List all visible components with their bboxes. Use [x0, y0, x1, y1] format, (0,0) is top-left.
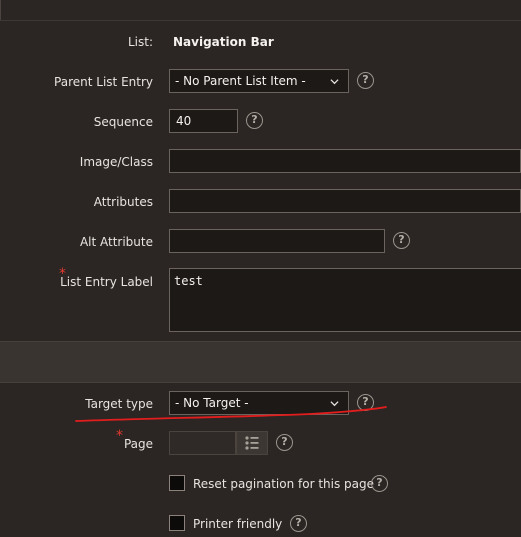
reset-pagination-label[interactable]: Reset pagination for this page: [193, 477, 374, 491]
image-class-label: Image/Class: [79, 155, 153, 169]
help-icon[interactable]: ?: [276, 434, 293, 451]
parent-list-entry-value: - No Parent List Item -: [175, 74, 306, 88]
sequence-label: Sequence: [93, 115, 153, 129]
list-icon: [245, 436, 259, 450]
parent-list-entry-label: Parent List Entry: [54, 75, 153, 89]
attributes-input[interactable]: [169, 189, 521, 213]
list-entry-label-label: List Entry Label: [60, 275, 153, 289]
sequence-input[interactable]: [169, 109, 238, 133]
printer-friendly-label[interactable]: Printer friendly: [193, 517, 282, 531]
parent-list-entry-select[interactable]: - No Parent List Item -: [169, 69, 349, 93]
alt-attribute-input[interactable]: [169, 229, 385, 253]
help-icon[interactable]: ?: [371, 475, 388, 492]
section-divider-band: [0, 341, 521, 383]
required-marker: *: [116, 428, 123, 444]
help-icon[interactable]: ?: [357, 394, 374, 411]
help-icon[interactable]: ?: [290, 515, 307, 532]
page-lov-button[interactable]: [236, 431, 268, 455]
help-icon[interactable]: ?: [357, 72, 374, 89]
list-label: List:: [127, 35, 153, 49]
alt-attribute-label: Alt Attribute: [79, 235, 153, 249]
attributes-label: Attributes: [93, 195, 153, 209]
target-type-select[interactable]: - No Target -: [169, 391, 349, 415]
chevron-down-icon: [330, 401, 339, 407]
target-type-value: - No Target -: [175, 396, 249, 410]
toolbar-divider: [0, 0, 1, 20]
printer-friendly-checkbox[interactable]: [169, 515, 185, 531]
reset-pagination-checkbox[interactable]: [169, 475, 185, 491]
page-input[interactable]: [169, 431, 236, 455]
top-toolbar: [0, 0, 521, 21]
chevron-down-icon: [330, 79, 339, 85]
list-value: Navigation Bar: [173, 35, 274, 49]
list-entry-label-textarea[interactable]: test: [169, 268, 521, 332]
help-icon[interactable]: ?: [393, 232, 410, 249]
target-type-label: Target type: [85, 397, 153, 411]
help-icon[interactable]: ?: [246, 112, 263, 129]
page-label: Page: [123, 437, 153, 451]
image-class-input[interactable]: [169, 149, 521, 173]
